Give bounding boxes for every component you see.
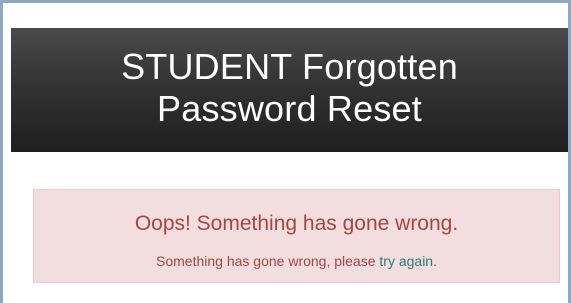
window-frame: STUDENT Forgotten Password Reset Oops! S… xyxy=(0,0,571,303)
error-message-text: Something has gone wrong, please xyxy=(156,253,380,269)
page-title-line-2: Password Reset xyxy=(157,88,422,129)
error-message: Something has gone wrong, please try aga… xyxy=(34,252,559,270)
error-message-end: . xyxy=(433,253,437,269)
error-heading: Oops! Something has gone wrong. xyxy=(134,212,459,235)
page-title-line-1: STUDENT Forgotten xyxy=(121,46,458,87)
try-again-link[interactable]: try again xyxy=(379,253,433,269)
page-header: STUDENT Forgotten Password Reset xyxy=(11,28,568,152)
error-alert: Oops! Something has gone wrong. Somethin… xyxy=(33,189,560,283)
